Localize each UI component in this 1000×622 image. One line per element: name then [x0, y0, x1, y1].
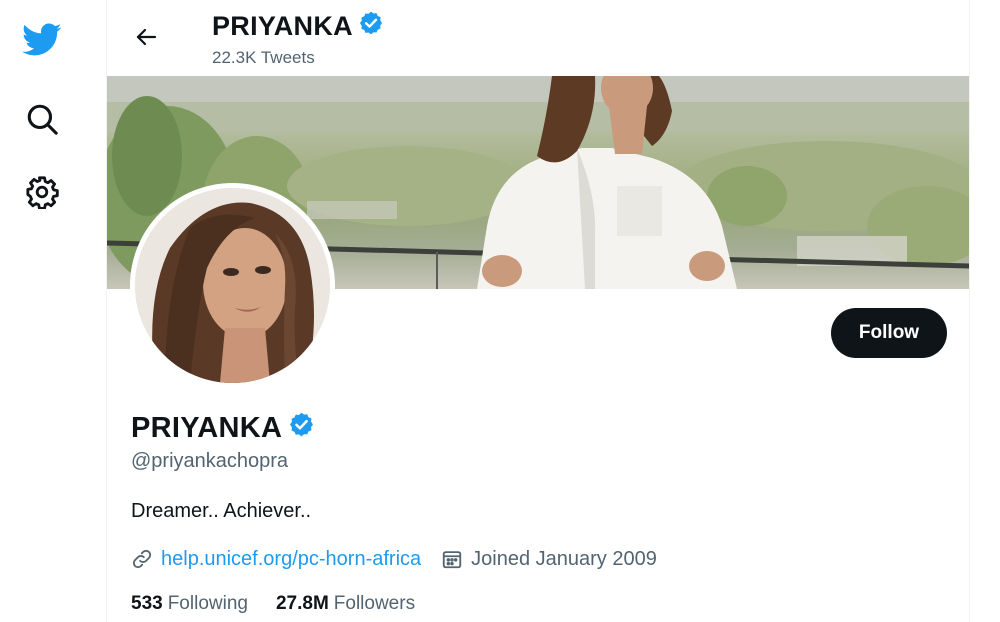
gear-icon[interactable] [20, 170, 64, 214]
verified-badge-icon [358, 10, 384, 43]
profile-column: PRIYANKA 22.3K Tweets Follow PRIYANKA @p… [106, 0, 970, 622]
profile-avatar[interactable] [130, 183, 335, 388]
following-label: Following [167, 593, 248, 614]
twitter-bird-icon[interactable] [20, 18, 64, 62]
user-handle: @priyankachopra [131, 450, 289, 472]
calendar-icon [441, 548, 463, 570]
arrow-left-icon [136, 28, 157, 46]
search-icon[interactable] [20, 97, 64, 141]
followers-count: 27.8M [275, 593, 329, 614]
followers-label: Followers [333, 593, 416, 614]
back-button[interactable] [127, 18, 165, 56]
profile-bio: Dreamer.. Achiever.. [131, 500, 312, 522]
website-link[interactable]: help.unicef.org/pc-horn-africa [161, 548, 421, 571]
verified-badge-icon [288, 411, 315, 446]
following-stat[interactable]: 533 Following [131, 593, 248, 615]
joined-date: Joined January 2009 [471, 547, 657, 570]
display-name-text: PRIYANKA [131, 412, 283, 444]
left-nav [0, 0, 106, 622]
followers-stat[interactable]: 27.8M Followers [276, 593, 415, 615]
right-gutter [970, 0, 1000, 622]
tweet-count: 22.3K Tweets [212, 48, 315, 67]
header-name-text: PRIYANKA [212, 11, 353, 41]
follow-button[interactable]: Follow [831, 308, 947, 358]
joined-item: Joined January 2009 [441, 548, 657, 571]
website-item: help.unicef.org/pc-horn-africa [131, 548, 421, 571]
display-name: PRIYANKA [131, 411, 315, 446]
following-count: 533 [131, 593, 163, 614]
profile-header: PRIYANKA 22.3K Tweets [107, 0, 969, 76]
header-title: PRIYANKA [212, 10, 384, 43]
profile-meta: help.unicef.org/pc-horn-africa Joined Ja… [131, 545, 677, 573]
follow-stats: 533 Following 27.8M Followers [131, 593, 443, 615]
link-icon [131, 548, 153, 570]
